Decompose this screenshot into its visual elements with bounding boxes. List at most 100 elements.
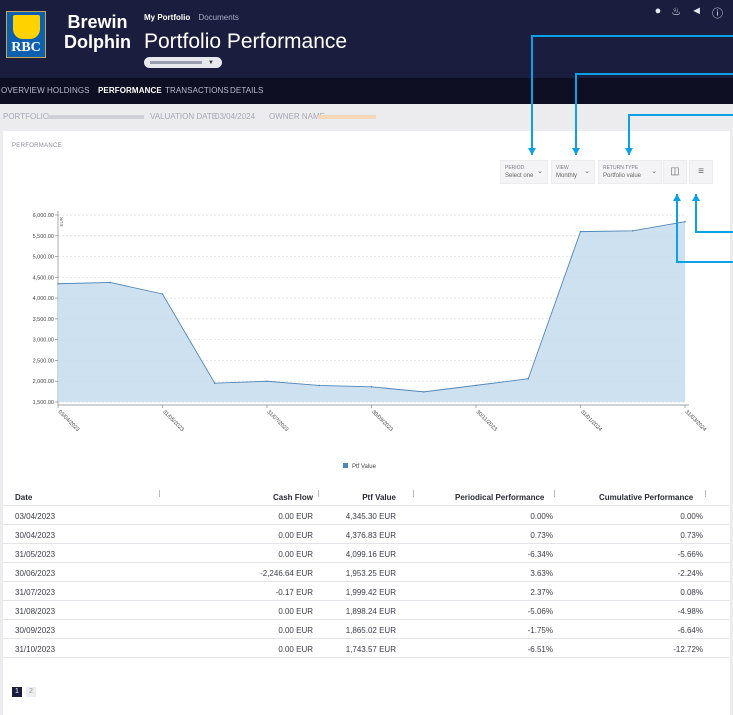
x-tick-label: 30/09/2023 <box>370 409 394 433</box>
y-tick-label: 3,000.00 <box>33 338 54 344</box>
y-tick-label: 5,500.00 <box>33 234 54 240</box>
cell-date: 30/09/2023 <box>15 626 56 635</box>
cell-date: 30/06/2023 <box>15 569 56 578</box>
y-tick-label: 6,000.00 <box>33 213 54 219</box>
cell-cash-flow: 0.00 EUR <box>278 607 313 616</box>
cell-ptf-value: 1,898.24 EUR <box>345 607 396 616</box>
performance-card: PERFORMANCE PERIOD Select one ⌄ VIEW Mon… <box>3 131 730 715</box>
top-nav: My Portfolio Documents <box>144 13 239 22</box>
nav-documents[interactable]: Documents <box>198 13 238 22</box>
cell-ptf-value: 4,376.83 EUR <box>345 531 396 540</box>
data-point <box>213 382 216 384</box>
cell-cash-flow: 0.00 EUR <box>278 626 313 635</box>
cell-cumulative-performance: 0.73% <box>680 531 703 540</box>
section-tabs: OVERVIEW HOLDINGS PERFORMANCE TRANSACTIO… <box>0 78 733 104</box>
caret-down-icon: ▼ <box>208 60 214 66</box>
y-tick-label: 4,000.00 <box>33 296 54 302</box>
valuation-date-value: 03/04/2024 <box>215 112 256 121</box>
cell-cash-flow: 0.00 EUR <box>278 645 313 654</box>
col-ptf-value[interactable]: Ptf Value <box>348 493 396 502</box>
cell-date: 31/10/2023 <box>15 645 56 654</box>
col-date[interactable]: Date <box>15 493 32 502</box>
megaphone-icon[interactable]: ◄ <box>691 5 702 21</box>
tab-performance[interactable]: PERFORMANCE <box>98 86 162 95</box>
page-1[interactable]: 1 <box>12 687 22 697</box>
brand-name: Brewin Dolphin <box>64 12 131 52</box>
cell-cumulative-performance: -5.66% <box>677 550 703 559</box>
filter-bar: PORTFOLIO VALUATION DATE 03/04/2024 OWNE… <box>0 104 733 126</box>
page-title: Portfolio Performance <box>144 30 348 53</box>
cell-periodical-performance: 0.00% <box>530 512 553 521</box>
lion-shield-icon <box>13 15 40 39</box>
data-point <box>161 293 164 295</box>
cell-periodical-performance: 0.73% <box>530 531 553 540</box>
cell-date: 31/08/2023 <box>15 607 56 616</box>
table-row: 31/07/2023 -0.17 EUR 1,999.42 EUR 2.37% 0.08… <box>3 582 730 601</box>
cell-cash-flow: 0.00 EUR <box>278 531 313 540</box>
y-tick-label: 5,000.00 <box>33 255 54 261</box>
x-tick-label: 31/05/2023 <box>161 409 185 433</box>
pagination: 1 2 <box>12 687 36 697</box>
cell-ptf-value: 4,345.30 EUR <box>345 512 396 521</box>
table-header: Date Cash Flow Ptf Value Periodical Perf… <box>3 487 730 506</box>
legend-label: Ptf Value <box>352 464 377 470</box>
col-periodical-performance[interactable]: Periodical Performance <box>455 493 544 502</box>
bell-icon[interactable]: ♨ <box>671 5 681 21</box>
cell-cash-flow: 0.00 EUR <box>278 512 313 521</box>
portfolio-value-redacted <box>48 112 144 121</box>
cell-cumulative-performance: 0.00% <box>680 512 703 521</box>
cell-ptf-value: 1,999.42 EUR <box>345 588 396 597</box>
app-header: RBC Brewin Dolphin My Portfolio Document… <box>0 0 733 78</box>
logo-text: RBC <box>11 40 41 55</box>
cell-ptf-value: 1,865.02 EUR <box>345 626 396 635</box>
legend-swatch <box>343 463 348 468</box>
cell-periodical-performance: -6.34% <box>527 550 553 559</box>
table-row: 31/10/2023 0.00 EUR 1,743.57 EUR -6.51% -12.… <box>3 639 730 658</box>
column-divider <box>554 490 555 497</box>
help-icon[interactable]: ⓘ <box>712 5 723 21</box>
col-cash-flow[interactable]: Cash Flow <box>273 493 313 502</box>
page-2[interactable]: 2 <box>26 687 36 697</box>
owner-name-redacted <box>318 112 376 121</box>
tab-details[interactable]: DETAILS <box>230 86 263 95</box>
x-tick-label: 03/04/2023 <box>57 409 81 433</box>
nav-my-portfolio[interactable]: My Portfolio <box>144 13 190 22</box>
column-divider <box>413 490 414 497</box>
table-row: 30/06/2023 -2,246.64 EUR 1,953.25 EUR 3.63%… <box>3 563 730 582</box>
cell-cash-flow: 0.00 EUR <box>278 550 313 559</box>
tab-holdings[interactable]: HOLDINGS <box>47 86 90 95</box>
tab-overview[interactable]: OVERVIEW <box>1 86 45 95</box>
cell-cash-flow: -0.17 EUR <box>275 588 313 597</box>
owner-name-label: OWNER NAME <box>269 112 325 121</box>
series-area <box>58 221 685 402</box>
portfolio-selector[interactable]: ▼ <box>144 57 222 68</box>
rbc-logo[interactable]: RBC <box>6 11 46 58</box>
user-icon[interactable]: ● <box>655 5 662 21</box>
table-row: 31/05/2023 0.00 EUR 4,099.16 EUR -6.34% -5.6… <box>3 544 730 563</box>
x-tick-label: 31/01/2024 <box>579 409 603 433</box>
brand-line-1: Brewin <box>67 12 128 32</box>
table-row: 30/09/2023 0.00 EUR 1,865.02 EUR -1.75% -6.6… <box>3 620 730 639</box>
y-tick-label: 2,000.00 <box>33 379 54 385</box>
x-tick-label: 31/03/2024 <box>684 409 708 433</box>
table-row: 03/04/2023 0.00 EUR 4,345.30 EUR 0.00% 0.00% <box>3 506 730 525</box>
data-point <box>109 281 112 284</box>
x-tick-label: 30/11/2023 <box>475 409 498 432</box>
data-point <box>684 220 686 223</box>
cell-cumulative-performance: 0.08% <box>680 588 703 597</box>
redacted-portfolio-name <box>150 61 202 64</box>
cell-ptf-value: 1,953.25 EUR <box>345 569 396 578</box>
y-tick-label: 3,500.00 <box>33 317 54 323</box>
data-point <box>475 384 477 387</box>
brand-line-2: Dolphin <box>64 32 131 52</box>
y-tick-label: 1,500.00 <box>33 400 54 406</box>
data-point <box>57 282 59 285</box>
cell-date: 31/07/2023 <box>15 588 56 597</box>
cell-periodical-performance: -6.51% <box>527 645 553 654</box>
col-cumulative-performance[interactable]: Cumulative Performance <box>599 493 693 502</box>
cell-date: 31/05/2023 <box>15 550 56 559</box>
tab-transactions[interactable]: TRANSACTIONS <box>165 86 229 95</box>
data-point <box>422 391 425 393</box>
cell-cumulative-performance: -4.98% <box>677 607 703 616</box>
cell-cash-flow: -2,246.64 EUR <box>260 569 313 578</box>
